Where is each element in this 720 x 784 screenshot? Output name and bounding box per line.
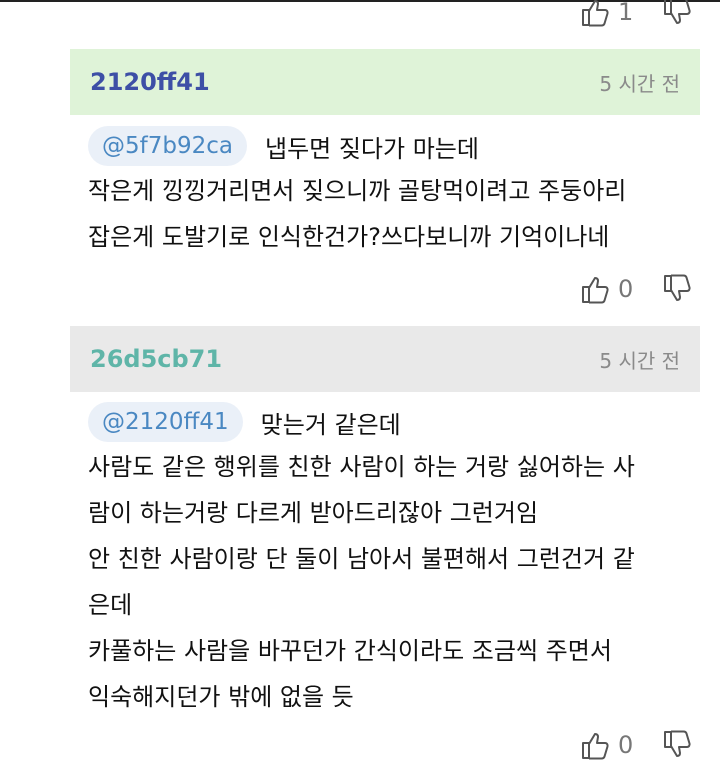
comment-author[interactable]: 26d5cb71 bbox=[90, 345, 222, 373]
thumbs-down-icon[interactable] bbox=[662, 274, 692, 304]
previous-comment-votes: 1 bbox=[580, 0, 720, 32]
comment-text: 냅두면 짖다가 마는데 bbox=[264, 134, 479, 163]
comment-author[interactable]: 2120ff41 bbox=[90, 68, 210, 96]
comment-text: 카풀하는 사람을 바꾸던가 간식이라도 조금씩 주면서 bbox=[88, 637, 612, 665]
comment-text: 익숙해지던가 밖에 없을 듯 bbox=[88, 683, 354, 711]
like-count: 0 bbox=[618, 731, 634, 759]
thumbs-up-icon[interactable] bbox=[580, 730, 610, 760]
mention-tag[interactable]: @2120ff41 bbox=[88, 402, 243, 442]
like-count: 0 bbox=[618, 275, 634, 303]
comment-timestamp: 5 시간 전 bbox=[599, 71, 680, 96]
comment-votes: 0 bbox=[580, 725, 720, 765]
comment-timestamp: 5 시간 전 bbox=[599, 348, 680, 373]
thumbs-up-icon[interactable] bbox=[580, 0, 610, 27]
comment-text: 잡은게 도발기로 인식한건가?쓰다보니까 기억이나네 bbox=[88, 223, 610, 251]
comment-body: @2120ff41 맞는거 같은데 사람도 같은 행위를 친한 사람이 하는 거… bbox=[88, 400, 708, 720]
comment-header: 2120ff41 5 시간 전 bbox=[70, 49, 700, 115]
comment-votes: 0 bbox=[580, 269, 720, 309]
comment-header: 26d5cb71 5 시간 전 bbox=[70, 326, 700, 392]
comment-text: 안 친한 사람이랑 단 둘이 남아서 불편해서 그런건거 같 bbox=[88, 545, 635, 573]
comment-text: 사람도 같은 행위를 친한 사람이 하는 거랑 싫어하는 사 bbox=[88, 453, 635, 481]
comment-body: @5f7b92ca 냅두면 짖다가 마는데 작은게 낑낑거리면서 짖으니까 골탕… bbox=[88, 124, 708, 260]
thumbs-down-icon[interactable] bbox=[662, 730, 692, 760]
thumbs-up-icon[interactable] bbox=[580, 274, 610, 304]
comment-text: 람이 하는거랑 다르게 받아드리잖아 그런거임 bbox=[88, 499, 539, 527]
mention-tag[interactable]: @5f7b92ca bbox=[88, 126, 247, 166]
thumbs-down-icon[interactable] bbox=[662, 0, 692, 27]
comment-text: 맞는거 같은데 bbox=[260, 410, 401, 439]
like-count: 1 bbox=[618, 0, 634, 26]
comment-text: 작은게 낑낑거리면서 짖으니까 골탕먹이려고 주둥아리 bbox=[88, 177, 627, 205]
comment-text: 은데 bbox=[88, 591, 133, 619]
